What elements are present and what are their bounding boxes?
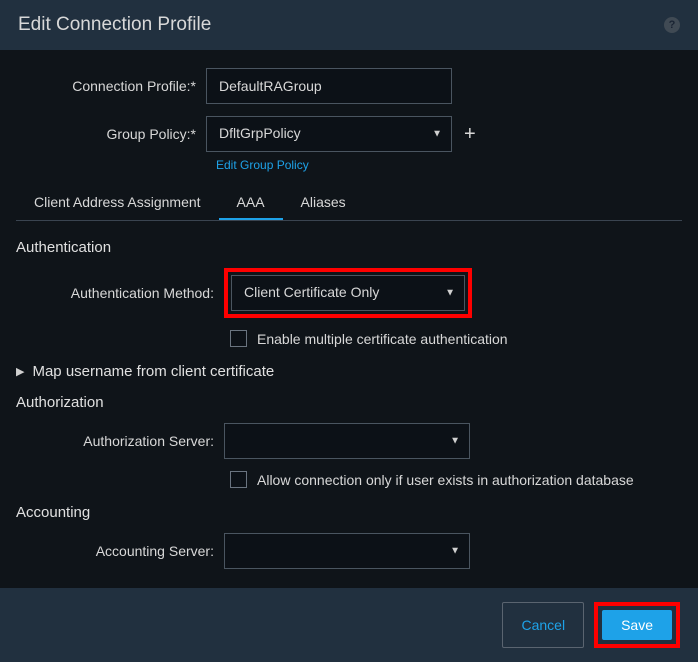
- allow-only-if-exists-checkbox[interactable]: [230, 471, 247, 488]
- allow-only-if-exists-label: Allow connection only if user exists in …: [257, 472, 634, 488]
- dialog-footer: Cancel Save: [0, 588, 698, 662]
- map-username-label: Map username from client certificate: [32, 363, 274, 380]
- edit-group-policy-link[interactable]: Edit Group Policy: [216, 158, 682, 172]
- cancel-button[interactable]: Cancel: [502, 602, 584, 648]
- authentication-method-select[interactable]: Client Certificate Only: [231, 275, 465, 311]
- dialog-content: Connection Profile:* Group Policy:* Dflt…: [0, 50, 698, 588]
- highlight-save-button: Save: [594, 602, 680, 648]
- connection-profile-label: Connection Profile:*: [16, 78, 206, 94]
- dialog-title: Edit Connection Profile: [18, 14, 211, 36]
- add-group-policy-icon[interactable]: +: [464, 123, 476, 146]
- authentication-header: Authentication: [16, 239, 682, 256]
- tab-aliases[interactable]: Aliases: [283, 186, 364, 220]
- accounting-server-select[interactable]: [224, 533, 470, 569]
- tab-client-address-assignment[interactable]: Client Address Assignment: [16, 186, 219, 220]
- accounting-server-label: Accounting Server:: [16, 543, 224, 559]
- enable-multiple-cert-label: Enable multiple certificate authenticati…: [257, 331, 508, 347]
- chevron-right-icon: ▶: [16, 365, 24, 378]
- save-button[interactable]: Save: [602, 610, 672, 640]
- group-policy-select[interactable]: DfltGrpPolicy: [206, 116, 452, 152]
- enable-multiple-cert-checkbox[interactable]: [230, 330, 247, 347]
- map-username-expand[interactable]: ▶ Map username from client certificate: [16, 363, 682, 380]
- highlight-authentication-method: Client Certificate Only ▼: [224, 268, 472, 318]
- connection-profile-input[interactable]: [206, 68, 452, 104]
- tab-aaa[interactable]: AAA: [219, 186, 283, 220]
- tab-bar: Client Address Assignment AAA Aliases: [16, 186, 682, 221]
- help-icon[interactable]: ?: [664, 17, 680, 33]
- authentication-method-label: Authentication Method:: [16, 285, 224, 301]
- authorization-server-select[interactable]: [224, 423, 470, 459]
- dialog-header: Edit Connection Profile ?: [0, 0, 698, 50]
- accounting-header: Accounting: [16, 504, 682, 521]
- authorization-server-label: Authorization Server:: [16, 433, 224, 449]
- group-policy-label: Group Policy:*: [16, 126, 206, 142]
- authorization-header: Authorization: [16, 394, 682, 411]
